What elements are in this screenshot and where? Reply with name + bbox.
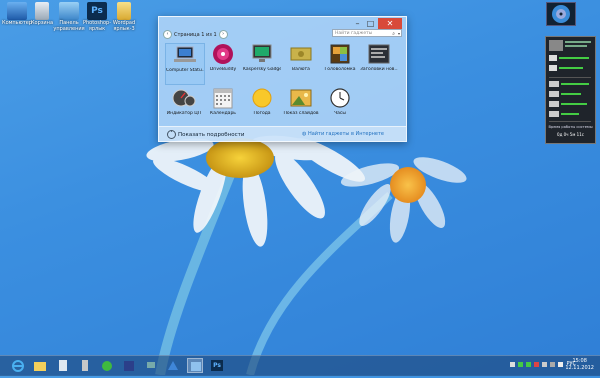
chevron-down-icon: ˅	[167, 130, 176, 139]
disc-icon	[552, 5, 570, 23]
ie-taskbar-button[interactable]	[10, 358, 26, 373]
headlines-icon	[367, 43, 391, 65]
network-icon	[147, 362, 155, 368]
get-more-gadgets-link[interactable]: ◍ Найти гаджеты в Интернете	[302, 131, 384, 137]
clock-icon	[328, 87, 352, 109]
gadget-item[interactable]: Kaspersky Gadget	[243, 43, 281, 72]
photoshop-icon: Ps	[211, 360, 223, 371]
monitor-icon	[250, 43, 274, 65]
paint-icon	[168, 361, 178, 370]
tray-icon[interactable]	[550, 361, 556, 367]
app-taskbar-button-4[interactable]	[121, 358, 137, 373]
search-icon[interactable]: ⌕	[392, 30, 395, 38]
chevron-down-icon[interactable]: ▾	[398, 30, 400, 38]
gadget-item[interactable]: Часы	[321, 87, 359, 116]
photoshop-icon: Ps	[87, 2, 107, 20]
app-taskbar-button-5[interactable]	[143, 358, 159, 373]
weather-icon	[250, 87, 274, 109]
app-taskbar-button-3[interactable]	[99, 358, 115, 373]
explorer-taskbar-button[interactable]	[32, 358, 48, 373]
gadget-label: DriveBuddy	[209, 67, 237, 72]
puzzle-icon	[328, 43, 352, 65]
media-gadget[interactable]	[546, 2, 576, 26]
app-taskbar-button-6[interactable]	[165, 358, 181, 373]
tray-icon[interactable]	[510, 361, 516, 367]
gadget-item[interactable]: Индикатор ЦП	[165, 87, 203, 116]
gadget-item[interactable]: Computer Statu...	[165, 43, 205, 85]
currency-icon	[289, 43, 313, 65]
laptop-icon	[173, 44, 197, 66]
gadget-item[interactable]: DriveBuddy	[204, 43, 242, 72]
next-page-button[interactable]: ›	[218, 30, 228, 39]
gadget-label: Календарь	[210, 111, 236, 116]
gadget-label: Валюта	[292, 67, 310, 72]
gadget-item[interactable]: Заголовки нов...	[360, 43, 398, 72]
gadget-label: Головоломка	[324, 67, 356, 72]
show-details-label: Показать подробности	[178, 131, 245, 138]
gallery-footer: ˅ Показать подробности ◍ Найти гаджеты в…	[159, 126, 406, 141]
minimize-button[interactable]: –	[351, 18, 364, 29]
clock[interactable]: 15:08 12.11.2012	[565, 358, 594, 372]
control-panel-icon	[59, 2, 79, 20]
close-button[interactable]: ✕	[378, 18, 402, 29]
tray-icon[interactable]	[558, 361, 564, 367]
gadget-item[interactable]: Календарь	[204, 87, 242, 116]
app-taskbar-button-2[interactable]	[77, 358, 93, 373]
system-monitor-gadget[interactable]: Время работы системы 0д 0ч 5м 11с	[545, 36, 596, 144]
uptime-caption: Время работы системы	[548, 125, 593, 129]
tray-icon[interactable]	[526, 361, 532, 367]
maximize-button[interactable]: □	[364, 18, 377, 29]
clock-time: 15:08	[572, 358, 587, 364]
pager: ‹ Страница 1 из 1 ›	[163, 30, 228, 39]
gadget-gallery-window: – □ ✕ ‹ Страница 1 из 1 › Найти гаджеты …	[158, 16, 407, 142]
gadget-item[interactable]: Валюта	[282, 43, 320, 72]
gadget-label: Заголовки нов...	[360, 67, 398, 72]
document-icon	[59, 360, 67, 371]
gadget-label: Погода	[253, 111, 271, 116]
cpu-meter-icon	[172, 87, 196, 109]
gadget-label: Индикатор ЦП	[166, 111, 202, 116]
disc-icon	[211, 43, 235, 65]
gadget-item[interactable]: Показ слайдов	[282, 87, 320, 116]
desktop-icon-folder[interactable]: Wordpad ярлык-3	[107, 2, 141, 32]
gadget-icon	[191, 362, 201, 371]
gadget-item[interactable]: Головоломка	[321, 43, 359, 72]
folder-icon	[117, 2, 131, 20]
gadgets-taskbar-button[interactable]	[187, 358, 203, 373]
gadget-label: Часы	[334, 111, 346, 116]
search-input[interactable]: Найти гаджеты ⌕ ▾	[332, 29, 402, 37]
tray-icon[interactable]	[534, 361, 540, 367]
internet-explorer-icon	[12, 360, 24, 372]
photoshop-taskbar-button[interactable]: Ps	[209, 358, 225, 373]
title-bar: – □ ✕ ‹ Страница 1 из 1 › Найти гаджеты …	[159, 17, 406, 39]
gadget-label: Kaspersky Gadget	[243, 67, 281, 72]
save-icon	[124, 361, 134, 371]
get-more-gadgets-label: Найти гаджеты в Интернете	[307, 131, 384, 137]
taskbar: Ps РУС 15:08 12.11.2012	[0, 355, 600, 376]
calendar-icon	[211, 87, 235, 109]
green-circle-icon	[102, 361, 112, 371]
gadget-item[interactable]: Погода	[243, 87, 281, 116]
computer-icon	[7, 2, 27, 20]
folder-icon	[34, 362, 46, 371]
gadget-label: Показ слайдов	[283, 111, 319, 116]
tray-icon[interactable]	[518, 361, 524, 367]
prev-page-button[interactable]: ‹	[163, 30, 172, 39]
desktop-icon-label: Wordpad ярлык-3	[112, 20, 136, 32]
pager-label: Страница 1 из 1	[174, 31, 217, 38]
tray-icon[interactable]	[542, 361, 548, 367]
tools-icon	[82, 360, 88, 371]
gadget-label: Computer Statu...	[166, 68, 204, 73]
show-details-button[interactable]: ˅ Показать подробности	[167, 130, 244, 139]
slideshow-icon	[289, 87, 313, 109]
app-taskbar-button-1[interactable]	[55, 358, 71, 373]
clock-date: 12.11.2012	[565, 365, 594, 371]
uptime-value: 0д 0ч 5м 11с	[557, 132, 584, 137]
globe-icon: ◍	[301, 131, 307, 137]
recycle-bin-icon	[35, 2, 49, 20]
search-placeholder: Найти гаджеты	[335, 31, 373, 36]
